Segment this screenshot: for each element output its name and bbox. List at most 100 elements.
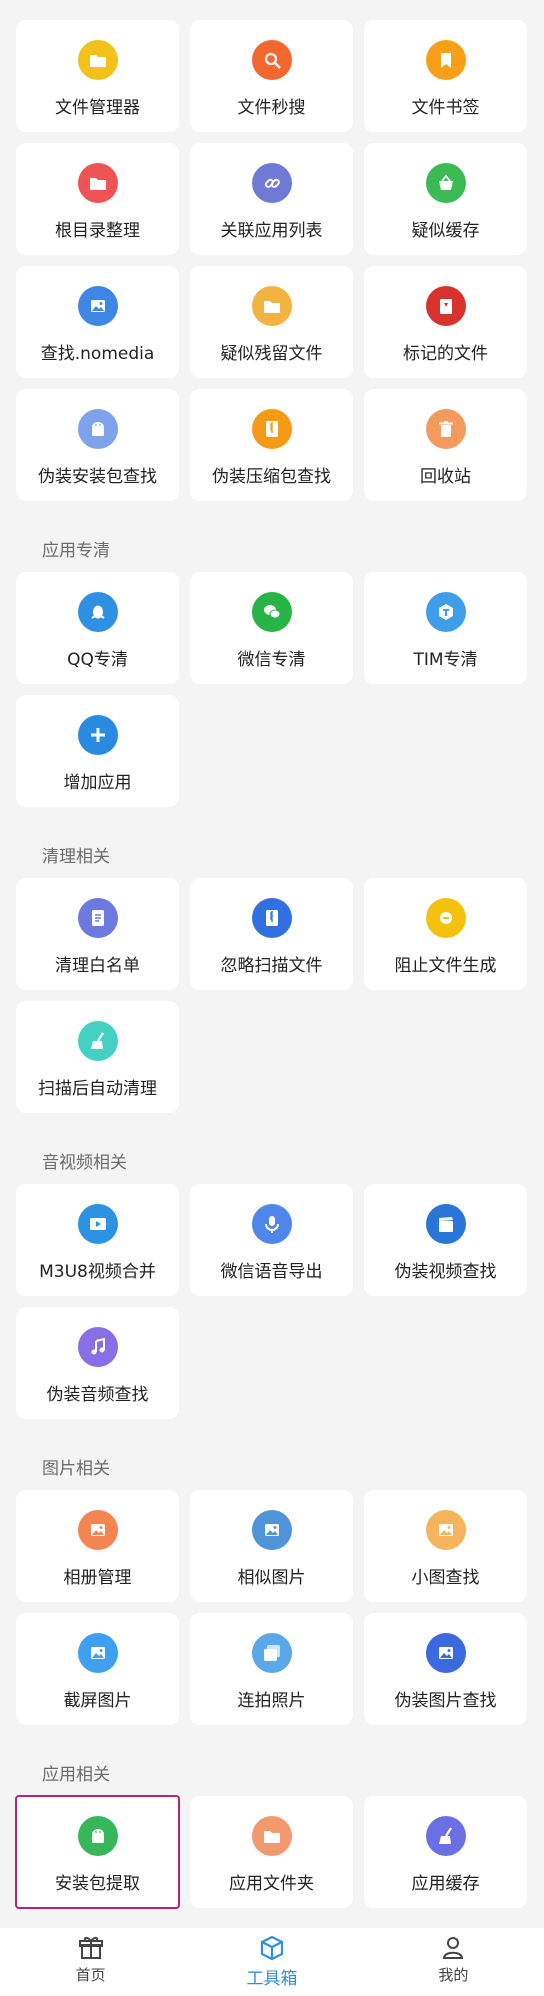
tool-tile[interactable]: 查找.nomedia <box>16 266 179 378</box>
folder-icon <box>251 286 292 326</box>
tool-tile[interactable]: TIM专清 <box>364 572 527 684</box>
trash-icon <box>425 409 466 449</box>
tool-tile[interactable]: 忽略扫描文件 <box>190 878 353 990</box>
tool-label: 小图查找 <box>411 1568 480 1588</box>
tool-tile[interactable]: 疑似缓存 <box>364 143 527 255</box>
tool-label: 相册管理 <box>63 1568 132 1588</box>
search-icon <box>251 40 292 80</box>
tool-tile[interactable]: 清理白名单 <box>16 878 179 990</box>
zip-icon <box>251 898 292 938</box>
tool-tile[interactable]: 文件书签 <box>364 20 527 132</box>
tool-label: M3U8视频合并 <box>39 1262 156 1282</box>
tool-tile[interactable]: 相册管理 <box>16 1490 179 1602</box>
broom-icon <box>425 1816 466 1856</box>
tool-tile[interactable]: 应用缓存 <box>364 1796 527 1908</box>
music-icon <box>77 1327 118 1367</box>
tool-grid: M3U8视频合并 微信语音导出 伪装视频查找伪装音频查找 <box>16 1184 528 1419</box>
folder-icon <box>77 40 118 80</box>
folder-icon <box>251 1816 292 1856</box>
section-title: 应用相关 <box>42 1765 110 1785</box>
tool-tile[interactable]: 连拍照片 <box>190 1613 353 1725</box>
tool-label: 阻止文件生成 <box>394 956 497 976</box>
tool-tile[interactable]: 根目录整理 <box>16 143 179 255</box>
image-icon <box>77 286 118 326</box>
tool-tile[interactable]: 文件管理器 <box>16 20 179 132</box>
burst-icon <box>251 1633 292 1673</box>
qq-icon <box>77 592 118 632</box>
tool-label: 查找.nomedia <box>40 344 155 364</box>
tab-toolbox[interactable]: 工具箱 <box>181 1928 362 1996</box>
tab-mine[interactable]: 我的 <box>363 1928 544 1996</box>
tool-label: 相似图片 <box>237 1568 306 1588</box>
tool-tile[interactable]: 标记的文件 <box>364 266 527 378</box>
tool-label: 连拍照片 <box>237 1691 306 1711</box>
tool-tile[interactable]: 应用文件夹 <box>190 1796 353 1908</box>
broom-icon <box>77 1021 118 1061</box>
tool-tile[interactable]: 伪装音频查找 <box>16 1307 179 1419</box>
tool-label: TIM专清 <box>413 650 478 670</box>
tool-label: 关联应用列表 <box>220 221 323 241</box>
list-icon <box>77 898 118 938</box>
tool-label: 文件书签 <box>411 98 480 118</box>
tool-tile[interactable]: 微信专清 <box>190 572 353 684</box>
tool-label: 根目录整理 <box>55 221 140 241</box>
image-icon <box>425 1633 466 1673</box>
plus-icon <box>77 715 118 755</box>
tool-tile[interactable]: 微信语音导出 <box>190 1184 353 1296</box>
tool-tile[interactable]: 增加应用 <box>16 695 179 807</box>
tool-grid: 相册管理 相似图片 小图查找截屏图片 连拍照片 伪装图片查找 <box>16 1490 528 1725</box>
tool-label: 疑似缓存 <box>411 221 480 241</box>
tool-label: 微信专清 <box>237 650 306 670</box>
tool-tile[interactable]: 回收站 <box>364 389 527 501</box>
tool-label: 增加应用 <box>63 773 132 793</box>
tool-label: 应用缓存 <box>411 1874 480 1894</box>
tool-tile[interactable]: 安装包提取 <box>15 1795 180 1909</box>
tool-label: QQ专清 <box>67 650 128 670</box>
tab-home[interactable]: 首页 <box>0 1928 181 1996</box>
tool-label: 应用文件夹 <box>229 1874 314 1894</box>
tool-grid: 清理白名单 忽略扫描文件 阻止文件生成扫描后自动清理 <box>16 878 528 1113</box>
tool-tile[interactable]: 截屏图片 <box>16 1613 179 1725</box>
bottom-tab-bar: 首页 工具箱 我的 <box>0 1928 544 1996</box>
wechat-icon <box>251 592 292 632</box>
tool-label: 文件管理器 <box>55 98 140 118</box>
basket-icon <box>425 163 466 203</box>
tool-grid: QQ专清 微信专清 TIM专清增加应用 <box>16 572 528 807</box>
tool-tile[interactable]: M3U8视频合并 <box>16 1184 179 1296</box>
tab-toolbox-label: 工具箱 <box>246 1969 298 1989</box>
tool-tile[interactable]: 扫描后自动清理 <box>16 1001 179 1113</box>
file-marked-icon <box>425 286 466 326</box>
tool-tile[interactable]: 伪装安装包查找 <box>16 389 179 501</box>
tool-tile[interactable]: 伪装视频查找 <box>364 1184 527 1296</box>
tool-tile[interactable]: 伪装图片查找 <box>364 1613 527 1725</box>
tool-tile[interactable]: 阻止文件生成 <box>364 878 527 990</box>
clapper-icon <box>425 1204 466 1244</box>
tool-tile[interactable]: 伪装压缩包查找 <box>190 389 353 501</box>
section-title: 图片相关 <box>42 1459 110 1479</box>
tool-label: 伪装视频查找 <box>394 1262 497 1282</box>
tool-grid: 文件管理器 文件秒搜 文件书签根目录整理 关联应用列表 疑似缓存查找.nomedia 疑似… <box>16 20 528 501</box>
tool-label: 清理白名单 <box>55 956 140 976</box>
tool-tile[interactable]: 小图查找 <box>364 1490 527 1602</box>
tool-tile[interactable]: 关联应用列表 <box>190 143 353 255</box>
android-icon <box>77 1816 118 1856</box>
tool-label: 疑似残留文件 <box>220 344 323 364</box>
tool-tile[interactable]: 文件秒搜 <box>190 20 353 132</box>
bookmark-icon <box>425 40 466 80</box>
tool-label: 伪装音频查找 <box>46 1385 149 1405</box>
tool-tile[interactable]: 疑似残留文件 <box>190 266 353 378</box>
tool-label: 忽略扫描文件 <box>220 956 323 976</box>
tool-label: 安装包提取 <box>55 1874 140 1894</box>
tool-label: 伪装压缩包查找 <box>212 467 331 487</box>
gift-icon <box>78 1937 103 1959</box>
box-icon <box>260 1935 284 1961</box>
tool-tile[interactable]: QQ专清 <box>16 572 179 684</box>
section-title: 清理相关 <box>42 847 110 867</box>
android-icon <box>77 409 118 449</box>
video-icon <box>77 1204 118 1244</box>
tool-label: 标记的文件 <box>403 344 488 364</box>
tool-tile[interactable]: 相似图片 <box>190 1490 353 1602</box>
tool-label: 扫描后自动清理 <box>38 1079 157 1099</box>
tab-home-label: 首页 <box>75 1966 106 1984</box>
link-icon <box>251 163 292 203</box>
